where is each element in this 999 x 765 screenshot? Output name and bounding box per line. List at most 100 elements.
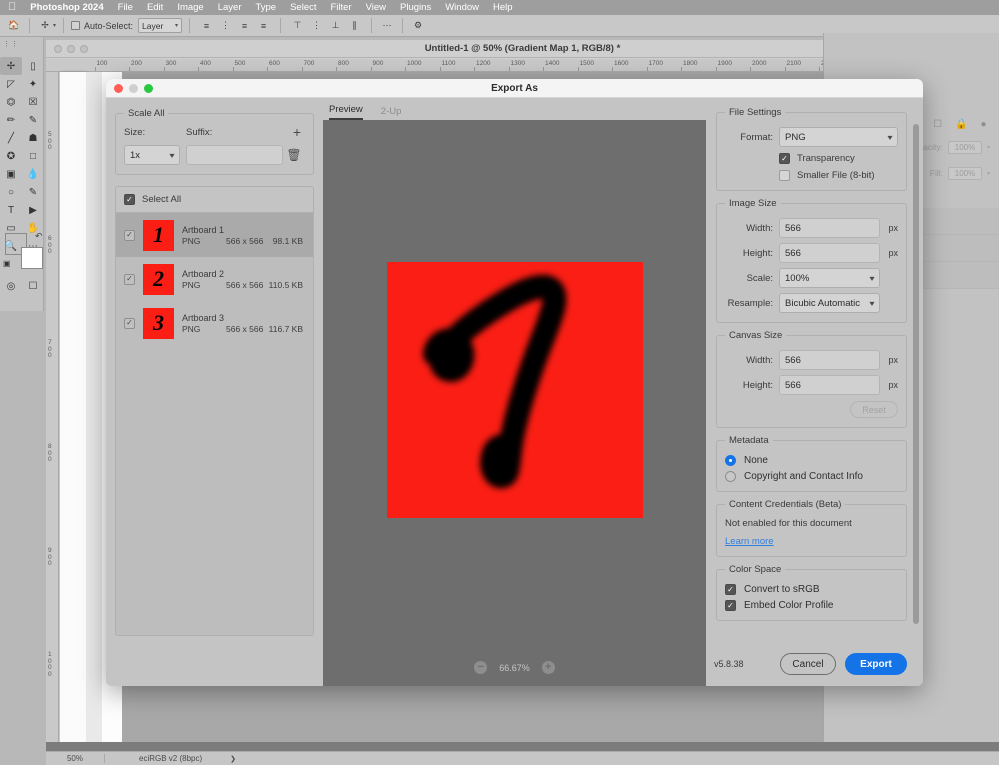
path-selection-tool[interactable]: ▶ xyxy=(22,201,44,219)
menu-item-select[interactable]: Select xyxy=(290,2,316,13)
eyedropper-tool[interactable]: ✏ xyxy=(0,111,22,129)
position-lock-icon[interactable]: ☐ xyxy=(933,119,942,130)
transparency-checkbox[interactable]: ✓ xyxy=(779,153,790,164)
opacity-field[interactable]: 100% xyxy=(947,140,982,154)
chevron-down-icon[interactable]: ▾ xyxy=(987,144,990,151)
metadata-copyright-radio[interactable] xyxy=(725,471,736,482)
metadata-none-radio[interactable] xyxy=(725,455,736,466)
move-tool[interactable]: ✢ xyxy=(0,57,22,75)
default-colors-icon[interactable]: ▣ xyxy=(3,259,11,268)
distribute-top-icon[interactable]: ⊤ xyxy=(288,18,307,34)
gradient-tool[interactable]: ▣ xyxy=(0,165,22,183)
menu-item-window[interactable]: Window xyxy=(445,2,479,13)
menu-item-view[interactable]: View xyxy=(366,2,386,13)
trash-icon[interactable]: 🗑 xyxy=(283,148,305,162)
clone-stamp-tool[interactable]: ☗ xyxy=(22,129,44,147)
menu-item-help[interactable]: Help xyxy=(493,2,513,13)
image-width-input[interactable]: 566 xyxy=(779,218,880,238)
embed-profile-row[interactable]: ✓ Embed Color Profile xyxy=(725,600,898,611)
transparency-row[interactable]: ✓ Transparency xyxy=(725,153,898,164)
align-horizontal-centers-icon[interactable]: ⋮ xyxy=(216,18,235,34)
zoom-level-field[interactable]: 50% xyxy=(46,754,104,763)
rectangular-marquee-tool[interactable]: ▯ xyxy=(22,57,44,75)
chevron-right-icon[interactable]: ❯ xyxy=(230,755,236,763)
magic-wand-tool[interactable]: ✦ xyxy=(22,75,44,93)
select-all-checkbox[interactable]: ✓ xyxy=(124,194,135,205)
history-brush-tool[interactable]: ✪ xyxy=(0,147,22,165)
horizontal-scrollbar[interactable] xyxy=(46,742,999,751)
distribute-vertical-centers-icon[interactable]: ⋮ xyxy=(307,18,326,34)
menu-item-plugins[interactable]: Plugins xyxy=(400,2,431,13)
artboard-checkbox[interactable]: ✓ xyxy=(124,229,135,241)
align-left-edges-icon[interactable]: ≡ xyxy=(197,18,216,34)
move-tool-icon[interactable]: ✢ xyxy=(37,18,53,34)
vertical-ruler[interactable]: 500 600 700 800 900 1000 xyxy=(46,72,59,758)
convert-srgb-checkbox[interactable]: ✓ xyxy=(725,584,736,595)
metadata-none-row[interactable]: None xyxy=(725,455,898,466)
artboard-checkbox[interactable]: ✓ xyxy=(124,317,135,329)
gear-icon[interactable]: ⚙ xyxy=(410,18,426,34)
align-top-edges-icon[interactable]: ≡ xyxy=(254,18,273,34)
all-lock-icon[interactable]: 🔒 xyxy=(955,119,967,130)
menu-item-file[interactable]: File xyxy=(118,2,133,13)
chevron-down-icon[interactable]: ▾ xyxy=(53,22,56,29)
spot-healing-brush-tool[interactable]: ✎ xyxy=(22,111,44,129)
panel-grip-icon[interactable]: ⋮⋮ xyxy=(3,40,19,48)
menu-item-photoshop[interactable]: Photoshop 2024 xyxy=(30,2,103,13)
type-tool[interactable]: T xyxy=(0,201,22,219)
cancel-button[interactable]: Cancel xyxy=(780,653,836,675)
tab-2up[interactable]: 2-Up xyxy=(381,106,402,120)
apple-icon[interactable]:  xyxy=(8,2,16,13)
menu-item-filter[interactable]: Filter xyxy=(331,2,352,13)
select-all-row[interactable]: ✓ Select All xyxy=(115,186,314,212)
frame-tool[interactable]: ☒ xyxy=(22,93,44,111)
image-height-input[interactable]: 566 xyxy=(779,243,880,263)
chevron-down-icon[interactable]: ▾ xyxy=(987,170,990,177)
export-button[interactable]: Export xyxy=(845,653,907,675)
auto-select-checkbox[interactable] xyxy=(71,21,81,30)
distribute-bottom-icon[interactable]: ⊥ xyxy=(326,18,345,34)
blur-tool[interactable]: 💧 xyxy=(22,165,44,183)
smaller-file-row[interactable]: Smaller File (8-bit) xyxy=(725,170,898,181)
convert-srgb-row[interactable]: ✓ Convert to sRGB xyxy=(725,584,898,595)
dodge-tool[interactable]: ○ xyxy=(0,183,22,201)
auto-select-scope-dropdown[interactable]: Layer ▾ xyxy=(138,18,183,33)
tab-preview[interactable]: Preview xyxy=(329,104,363,120)
quick-mask-tool[interactable]: ◎ xyxy=(0,277,22,295)
swap-colors-icon[interactable]: ↶ xyxy=(35,231,43,242)
artboard-checkbox[interactable]: ✓ xyxy=(124,273,135,285)
fill-field[interactable]: 100% xyxy=(947,166,982,180)
artboard-canvas-1[interactable] xyxy=(60,72,86,758)
image-scale-dropdown[interactable]: 100% ▾ xyxy=(779,268,880,288)
smaller-file-checkbox[interactable] xyxy=(779,170,790,181)
menu-item-type[interactable]: Type xyxy=(255,2,276,13)
plus-icon[interactable]: + xyxy=(289,125,305,139)
menu-item-image[interactable]: Image xyxy=(177,2,203,13)
dialog-settings-column[interactable]: File Settings Format: PNG ▾ ✓ Transparen… xyxy=(706,98,923,686)
background-color-swatch[interactable] xyxy=(21,247,43,269)
artboard-list-item[interactable]: ✓ 2 Artboard 2 PNG 566 x 566 110.5 KB xyxy=(116,257,313,301)
suffix-input[interactable] xyxy=(186,145,283,165)
crop-tool[interactable]: ⏣ xyxy=(0,93,22,111)
ellipsis-icon[interactable]: ⋯ xyxy=(379,18,395,34)
lasso-tool[interactable]: ◸ xyxy=(0,75,22,93)
format-dropdown[interactable]: PNG ▾ xyxy=(779,127,898,147)
size-dropdown[interactable]: 1x ▾ xyxy=(124,145,180,165)
reset-button[interactable]: Reset xyxy=(850,401,898,418)
screen-mode-tool[interactable]: ☐ xyxy=(22,277,44,295)
menu-item-edit[interactable]: Edit xyxy=(147,2,163,13)
settings-scrollbar[interactable] xyxy=(913,124,919,624)
preview-stage[interactable]: − 66.67% + xyxy=(323,120,706,686)
distribute-horizontal-icon[interactable]: ∥ xyxy=(345,18,364,34)
canvas-height-input[interactable]: 566 xyxy=(779,375,880,395)
menu-item-layer[interactable]: Layer xyxy=(218,2,242,13)
zoom-out-icon[interactable]: − xyxy=(474,661,488,674)
home-icon[interactable]: 🏠 xyxy=(6,18,22,34)
eraser-tool[interactable]: □ xyxy=(22,147,44,165)
pen-tool[interactable]: ✎ xyxy=(22,183,44,201)
align-right-edges-icon[interactable]: ≡ xyxy=(235,18,254,34)
resample-dropdown[interactable]: Bicubic Automatic ▾ xyxy=(779,293,880,313)
metadata-copyright-row[interactable]: Copyright and Contact Info xyxy=(725,471,898,482)
zoom-in-icon[interactable]: + xyxy=(541,661,555,674)
brush-tool[interactable]: ╱ xyxy=(0,129,22,147)
